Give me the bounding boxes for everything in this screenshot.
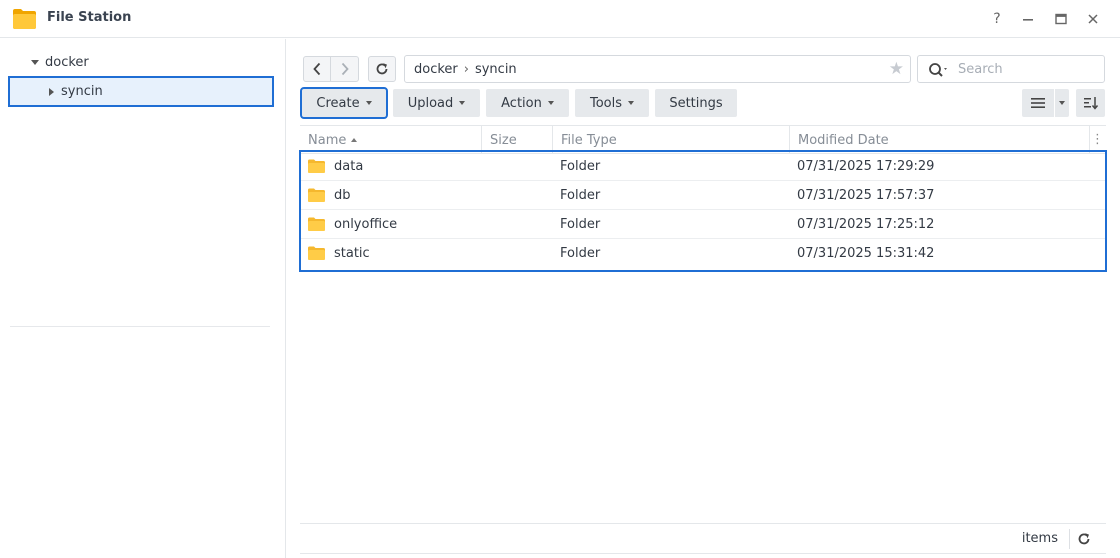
- file-name: static: [334, 246, 370, 261]
- file-list: data Folder 07/31/2025 17:29:29 db Folde…: [299, 150, 1107, 272]
- column-name[interactable]: Name: [300, 126, 482, 154]
- minimize-icon: [1023, 19, 1033, 21]
- minimize-button[interactable]: [1017, 8, 1039, 30]
- file-name: data: [334, 159, 364, 174]
- help-button[interactable]: ?: [986, 8, 1008, 30]
- tools-button[interactable]: Tools: [575, 89, 649, 117]
- footer-divider: [1069, 529, 1070, 549]
- tree-item-label: docker: [45, 54, 89, 70]
- tree-item-docker[interactable]: docker: [0, 47, 286, 77]
- panel-divider: [10, 326, 270, 327]
- table-row[interactable]: static Folder 07/31/2025 15:31:42: [301, 239, 1105, 268]
- folder-icon: [308, 188, 325, 202]
- search-icon[interactable]: [928, 62, 950, 78]
- file-table-header: Name Size File Type Modified Date ⋮: [300, 125, 1106, 154]
- caret-down-icon: [1059, 101, 1065, 105]
- footer-bottom-line: [300, 553, 1106, 554]
- path-bar[interactable]: docker › syncin ★: [404, 55, 911, 83]
- file-type: Folder: [560, 188, 601, 203]
- tree-item-label: syncin: [61, 84, 103, 99]
- column-size-label: Size: [490, 132, 517, 148]
- maximize-icon: [1055, 13, 1067, 25]
- refresh-icon: [1078, 533, 1090, 545]
- refresh-button[interactable]: [368, 56, 396, 82]
- maximize-button[interactable]: [1050, 8, 1072, 30]
- file-type: Folder: [560, 159, 601, 174]
- breadcrumb-separator: ›: [463, 61, 469, 77]
- title-bar: File Station ?: [0, 0, 1120, 38]
- folder-icon: [12, 7, 37, 30]
- status-bar: items: [300, 523, 1106, 554]
- close-icon: [1088, 14, 1098, 24]
- file-type: Folder: [560, 246, 601, 261]
- back-button[interactable]: [303, 56, 331, 82]
- action-button[interactable]: Action: [486, 89, 569, 117]
- chevron-right-icon[interactable]: [49, 87, 54, 96]
- file-type: Folder: [560, 217, 601, 232]
- column-modified-label: Modified Date: [798, 132, 889, 148]
- search-input[interactable]: Search: [958, 62, 1003, 77]
- column-menu-icon[interactable]: ⋮: [1091, 132, 1104, 147]
- column-size[interactable]: Size: [482, 126, 553, 154]
- folder-icon: [308, 217, 325, 231]
- caret-down-icon: [547, 101, 554, 105]
- refresh-icon: [376, 63, 388, 75]
- file-modified: 07/31/2025 17:57:37: [797, 188, 935, 203]
- action-label: Action: [501, 95, 542, 111]
- chevron-down-icon[interactable]: [31, 59, 39, 65]
- file-name: db: [334, 188, 351, 203]
- breadcrumb-docker[interactable]: docker: [414, 62, 458, 77]
- tools-label: Tools: [589, 95, 623, 111]
- caret-down-icon: [628, 101, 635, 105]
- list-view-button[interactable]: [1022, 89, 1054, 117]
- column-modified-date[interactable]: Modified Date: [790, 126, 1090, 154]
- create-label: Create: [316, 95, 360, 111]
- table-row[interactable]: onlyoffice Folder 07/31/2025 17:25:12: [301, 210, 1105, 239]
- tree-item-syncin[interactable]: syncin: [8, 76, 274, 107]
- list-view-icon: [1031, 98, 1045, 108]
- file-modified: 07/31/2025 15:31:42: [797, 246, 935, 261]
- table-row[interactable]: db Folder 07/31/2025 17:57:37: [301, 181, 1105, 210]
- caret-down-icon: [459, 101, 466, 105]
- column-name-label: Name: [308, 132, 347, 148]
- chevron-right-icon: [341, 62, 349, 76]
- view-options-button[interactable]: [1055, 89, 1069, 117]
- column-file-type-label: File Type: [561, 132, 617, 148]
- folder-tree-panel: docker syncin: [0, 39, 286, 558]
- caret-down-icon: [365, 101, 372, 105]
- file-name: onlyoffice: [334, 217, 398, 232]
- upload-button[interactable]: Upload: [393, 89, 480, 117]
- breadcrumb-syncin[interactable]: syncin: [475, 62, 517, 77]
- file-modified: 07/31/2025 17:25:12: [797, 217, 935, 232]
- create-button[interactable]: Create: [300, 87, 388, 119]
- settings-button[interactable]: Settings: [655, 89, 737, 117]
- sort-button[interactable]: [1076, 89, 1105, 117]
- chevron-left-icon: [313, 62, 321, 76]
- close-button[interactable]: [1082, 8, 1104, 30]
- star-icon[interactable]: ★: [889, 60, 904, 78]
- folder-icon: [308, 246, 325, 260]
- table-row[interactable]: data Folder 07/31/2025 17:29:29: [301, 152, 1105, 181]
- column-file-type[interactable]: File Type: [553, 126, 790, 154]
- sort-ascending-icon: [351, 138, 358, 142]
- settings-label: Settings: [669, 95, 723, 111]
- folder-icon: [308, 159, 325, 173]
- forward-button[interactable]: [331, 56, 359, 82]
- items-count: items: [1021, 531, 1058, 546]
- footer-refresh-button[interactable]: [1074, 529, 1094, 549]
- file-modified: 07/31/2025 17:29:29: [797, 159, 935, 174]
- sort-icon: [1083, 97, 1098, 110]
- search-box[interactable]: Search: [917, 55, 1105, 83]
- app-title: File Station: [47, 10, 132, 25]
- upload-label: Upload: [407, 95, 454, 111]
